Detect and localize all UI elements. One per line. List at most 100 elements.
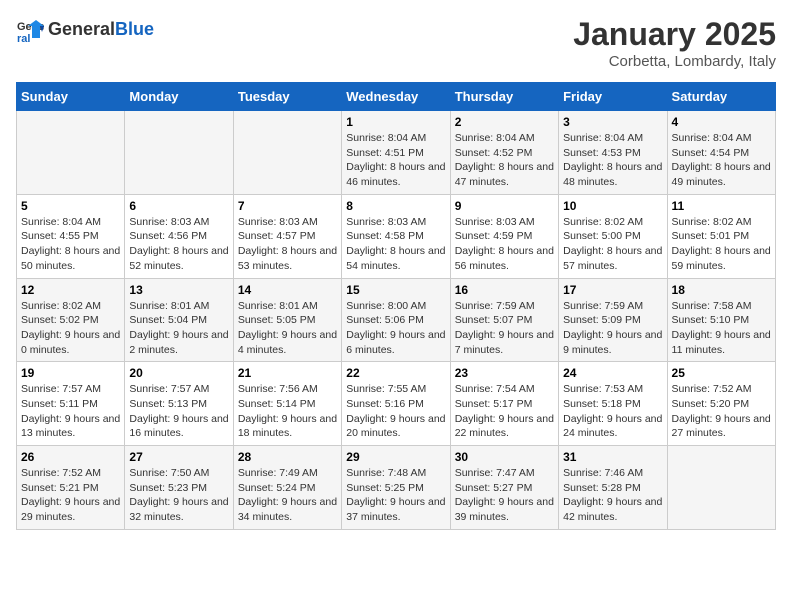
header-row: SundayMondayTuesdayWednesdayThursdayFrid… [17, 83, 776, 111]
calendar-cell: 3 Sunrise: 8:04 AM Sunset: 4:53 PM Daylig… [559, 111, 667, 195]
header-day-monday: Monday [125, 83, 233, 111]
header-day-wednesday: Wednesday [342, 83, 450, 111]
day-info: Sunrise: 8:02 AM Sunset: 5:01 PM Dayligh… [672, 215, 771, 274]
day-info: Sunrise: 7:48 AM Sunset: 5:25 PM Dayligh… [346, 466, 445, 525]
day-number: 20 [129, 366, 228, 380]
header-day-tuesday: Tuesday [233, 83, 341, 111]
calendar-cell: 17 Sunrise: 7:59 AM Sunset: 5:09 PM Dayli… [559, 278, 667, 362]
day-number: 30 [455, 450, 554, 464]
day-number: 6 [129, 199, 228, 213]
calendar-cell: 19 Sunrise: 7:57 AM Sunset: 5:11 PM Dayli… [17, 362, 125, 446]
calendar-cell: 29Sunrise: 7:48 AM Sunset: 5:25 PM Dayli… [342, 446, 450, 530]
day-info: Sunrise: 8:04 AM Sunset: 4:52 PM Dayligh… [455, 131, 554, 190]
calendar-cell [17, 111, 125, 195]
header-day-friday: Friday [559, 83, 667, 111]
day-info: Sunrise: 7:59 AM Sunset: 5:09 PM Dayligh… [563, 299, 662, 358]
day-info: Sunrise: 8:03 AM Sunset: 4:58 PM Dayligh… [346, 215, 445, 274]
calendar-cell: 20 Sunrise: 7:57 AM Sunset: 5:13 PM Dayli… [125, 362, 233, 446]
calendar-cell [667, 446, 775, 530]
day-info: Sunrise: 8:04 AM Sunset: 4:54 PM Dayligh… [672, 131, 771, 190]
calendar-header: SundayMondayTuesdayWednesdayThursdayFrid… [17, 83, 776, 111]
day-number: 28 [238, 450, 337, 464]
header-day-saturday: Saturday [667, 83, 775, 111]
day-number: 27 [129, 450, 228, 464]
calendar-cell: 25 Sunrise: 7:52 AM Sunset: 5:20 PM Dayli… [667, 362, 775, 446]
day-number: 13 [129, 283, 228, 297]
day-number: 23 [455, 366, 554, 380]
day-number: 15 [346, 283, 445, 297]
day-number: 2 [455, 115, 554, 129]
day-info: Sunrise: 7:57 AM Sunset: 5:11 PM Dayligh… [21, 382, 120, 441]
calendar-cell: 10Sunrise: 8:02 AM Sunset: 5:00 PM Dayli… [559, 194, 667, 278]
day-info: Sunrise: 8:01 AM Sunset: 5:04 PM Dayligh… [129, 299, 228, 358]
day-info: Sunrise: 7:58 AM Sunset: 5:10 PM Dayligh… [672, 299, 771, 358]
day-number: 25 [672, 366, 771, 380]
calendar-cell: 28 Sunrise: 7:49 AM Sunset: 5:24 PM Dayli… [233, 446, 341, 530]
calendar-cell: 31Sunrise: 7:46 AM Sunset: 5:28 PM Dayli… [559, 446, 667, 530]
logo: Gene ral GeneralBlue [16, 16, 154, 44]
week-row-3: 12 Sunrise: 8:02 AM Sunset: 5:02 PM Dayli… [17, 278, 776, 362]
day-info: Sunrise: 8:04 AM Sunset: 4:53 PM Dayligh… [563, 131, 662, 190]
week-row-4: 19 Sunrise: 7:57 AM Sunset: 5:11 PM Dayli… [17, 362, 776, 446]
day-number: 7 [238, 199, 337, 213]
calendar-cell: 9Sunrise: 8:03 AM Sunset: 4:59 PM Daylig… [450, 194, 558, 278]
header-day-sunday: Sunday [17, 83, 125, 111]
day-number: 22 [346, 366, 445, 380]
week-row-2: 5 Sunrise: 8:04 AM Sunset: 4:55 PM Daylig… [17, 194, 776, 278]
page-header: Gene ral GeneralBlue January 2025 Corbet… [16, 16, 776, 70]
day-number: 17 [563, 283, 662, 297]
day-number: 12 [21, 283, 120, 297]
day-number: 14 [238, 283, 337, 297]
day-number: 24 [563, 366, 662, 380]
day-number: 5 [21, 199, 120, 213]
day-info: Sunrise: 8:04 AM Sunset: 4:51 PM Dayligh… [346, 131, 445, 190]
calendar-cell: 22 Sunrise: 7:55 AM Sunset: 5:16 PM Dayli… [342, 362, 450, 446]
calendar-body: 1 Sunrise: 8:04 AM Sunset: 4:51 PM Daylig… [17, 111, 776, 530]
day-info: Sunrise: 7:53 AM Sunset: 5:18 PM Dayligh… [563, 382, 662, 441]
day-info: Sunrise: 8:03 AM Sunset: 4:59 PM Dayligh… [455, 215, 554, 274]
day-info: Sunrise: 7:55 AM Sunset: 5:16 PM Dayligh… [346, 382, 445, 441]
calendar-cell: 15 Sunrise: 8:00 AM Sunset: 5:06 PM Dayli… [342, 278, 450, 362]
calendar-cell: 26Sunrise: 7:52 AM Sunset: 5:21 PM Dayli… [17, 446, 125, 530]
calendar-cell: 6Sunrise: 8:03 AM Sunset: 4:56 PM Daylig… [125, 194, 233, 278]
day-number: 11 [672, 199, 771, 213]
calendar-cell: 2 Sunrise: 8:04 AM Sunset: 4:52 PM Daylig… [450, 111, 558, 195]
calendar-cell [125, 111, 233, 195]
day-number: 26 [21, 450, 120, 464]
header-day-thursday: Thursday [450, 83, 558, 111]
calendar-cell: 11 Sunrise: 8:02 AM Sunset: 5:01 PM Dayli… [667, 194, 775, 278]
calendar-cell: 14 Sunrise: 8:01 AM Sunset: 5:05 PM Dayli… [233, 278, 341, 362]
day-info: Sunrise: 8:01 AM Sunset: 5:05 PM Dayligh… [238, 299, 337, 358]
day-info: Sunrise: 7:57 AM Sunset: 5:13 PM Dayligh… [129, 382, 228, 441]
calendar-table: SundayMondayTuesdayWednesdayThursdayFrid… [16, 82, 776, 530]
day-number: 21 [238, 366, 337, 380]
day-info: Sunrise: 8:03 AM Sunset: 4:57 PM Dayligh… [238, 215, 337, 274]
calendar-cell: 4 Sunrise: 8:04 AM Sunset: 4:54 PM Daylig… [667, 111, 775, 195]
calendar-cell: 13 Sunrise: 8:01 AM Sunset: 5:04 PM Dayli… [125, 278, 233, 362]
logo-blue-text: Blue [115, 19, 154, 39]
calendar-cell: 27Sunrise: 7:50 AM Sunset: 5:23 PM Dayli… [125, 446, 233, 530]
day-number: 8 [346, 199, 445, 213]
day-number: 3 [563, 115, 662, 129]
day-info: Sunrise: 8:02 AM Sunset: 5:02 PM Dayligh… [21, 299, 120, 358]
calendar-cell: 24 Sunrise: 7:53 AM Sunset: 5:18 PM Dayli… [559, 362, 667, 446]
location-subtitle: Corbetta, Lombardy, Italy [573, 53, 776, 70]
day-number: 4 [672, 115, 771, 129]
svg-text:ral: ral [17, 33, 30, 44]
day-number: 18 [672, 283, 771, 297]
day-info: Sunrise: 8:04 AM Sunset: 4:55 PM Dayligh… [21, 215, 120, 274]
calendar-cell: 7 Sunrise: 8:03 AM Sunset: 4:57 PM Daylig… [233, 194, 341, 278]
logo-icon: Gene ral [16, 16, 44, 44]
title-block: January 2025 Corbetta, Lombardy, Italy [573, 16, 776, 70]
day-number: 1 [346, 115, 445, 129]
day-number: 19 [21, 366, 120, 380]
day-info: Sunrise: 7:46 AM Sunset: 5:28 PM Dayligh… [563, 466, 662, 525]
month-title: January 2025 [573, 16, 776, 53]
day-info: Sunrise: 7:49 AM Sunset: 5:24 PM Dayligh… [238, 466, 337, 525]
day-number: 16 [455, 283, 554, 297]
day-info: Sunrise: 8:00 AM Sunset: 5:06 PM Dayligh… [346, 299, 445, 358]
day-info: Sunrise: 7:52 AM Sunset: 5:20 PM Dayligh… [672, 382, 771, 441]
week-row-5: 26Sunrise: 7:52 AM Sunset: 5:21 PM Dayli… [17, 446, 776, 530]
calendar-cell: 16Sunrise: 7:59 AM Sunset: 5:07 PM Dayli… [450, 278, 558, 362]
day-info: Sunrise: 7:56 AM Sunset: 5:14 PM Dayligh… [238, 382, 337, 441]
